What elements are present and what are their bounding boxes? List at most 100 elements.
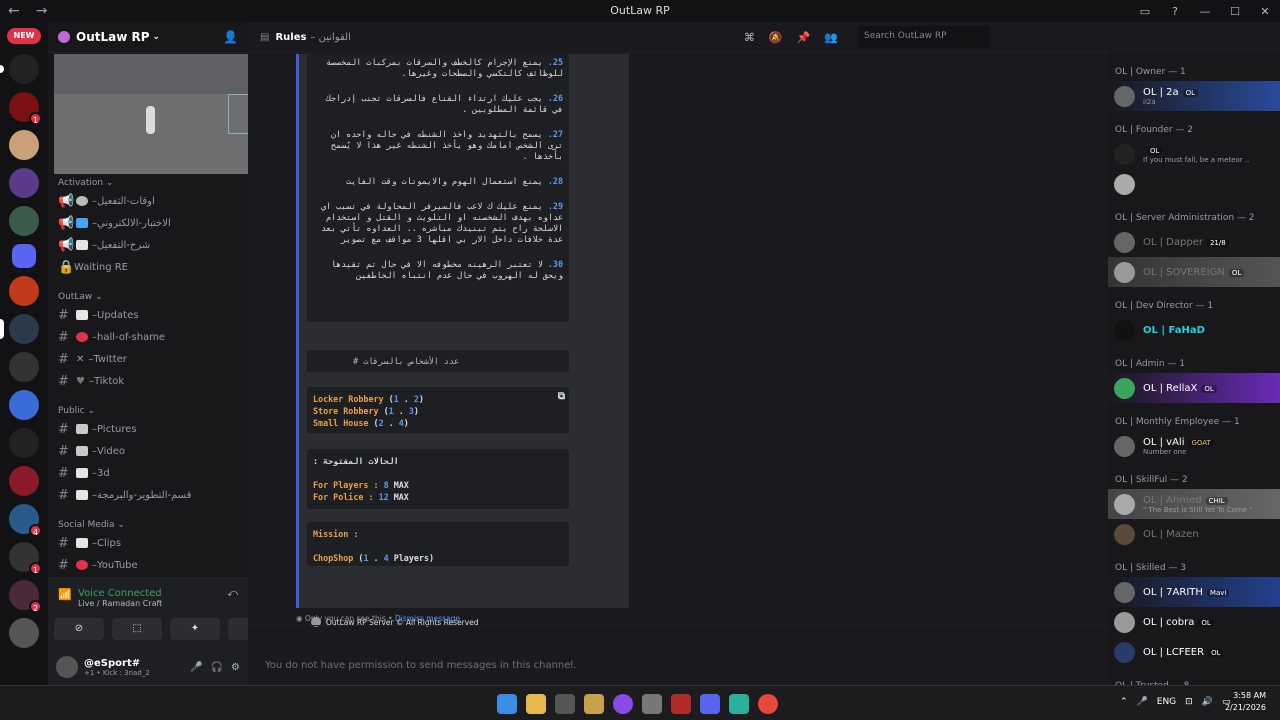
server-icon[interactable]: [9, 466, 39, 496]
channel-item[interactable]: # – Updates: [48, 304, 248, 326]
channel-item[interactable]: # ♥ – Tiktok: [48, 370, 248, 392]
channel-item[interactable]: 📢 – اوقات-التفعيل: [48, 190, 248, 212]
notepad-icon: [76, 310, 88, 320]
dismiss-message-link[interactable]: Dismiss message: [395, 614, 460, 623]
server-icon[interactable]: 2: [9, 580, 42, 613]
screen-share-button[interactable]: ⬚: [112, 618, 162, 640]
disconnect-icon[interactable]: ⤺: [227, 588, 238, 599]
folder-icon[interactable]: [12, 244, 36, 268]
member-item[interactable]: OL | LCFEER OL: [1108, 637, 1280, 667]
start-icon[interactable]: [497, 694, 517, 714]
app-icon[interactable]: [642, 694, 662, 714]
username[interactable]: @eSport#: [84, 658, 150, 669]
rule-item: 29. يمنع عليك ك لاعب فالسيرفر المحاولة ف…: [320, 201, 563, 244]
server-icon[interactable]: [9, 428, 39, 458]
file-explorer-icon[interactable]: [526, 694, 546, 714]
channel-item[interactable]: # ✕ – Twitter: [48, 348, 248, 370]
member-item[interactable]: OL | Ahmed CHIL " The Best is Still Yet To…: [1108, 489, 1280, 519]
pin-icon[interactable]: 📌: [797, 31, 811, 44]
app-icon[interactable]: [671, 694, 691, 714]
maximize-button[interactable]: ☐: [1220, 5, 1250, 18]
server-icon[interactable]: [0, 314, 39, 344]
close-button[interactable]: ✕: [1250, 5, 1280, 18]
app-icon[interactable]: [613, 694, 633, 714]
server-icon[interactable]: [9, 276, 39, 306]
new-badge[interactable]: NEW: [7, 28, 41, 44]
headphones-icon[interactable]: 🎧: [211, 662, 223, 673]
channel-item[interactable]: # – hall-of-shame: [48, 326, 248, 348]
member-item[interactable]: OL | SOVEREIGN OL: [1108, 257, 1280, 287]
guild-header[interactable]: OutLaw RP ⌄ 👤: [48, 22, 248, 53]
member-item[interactable]: OL | cobra OL: [1108, 607, 1280, 637]
server-icon[interactable]: [0, 54, 39, 84]
category-social-media[interactable]: Social Media ⌄: [48, 514, 248, 532]
category-outlaw[interactable]: OutLaw ⌄: [48, 286, 248, 304]
notepad-icon[interactable]: [584, 694, 604, 714]
chrome-icon[interactable]: [758, 694, 778, 714]
minimize-button[interactable]: —: [1190, 5, 1220, 18]
hash-icon: #: [58, 351, 69, 367]
server-icon[interactable]: 1: [9, 92, 42, 125]
discord-icon[interactable]: [700, 694, 720, 714]
chevron-up-icon[interactable]: ⌃: [1120, 697, 1128, 707]
channel-item[interactable]: # – 3d: [48, 462, 248, 484]
channel-item[interactable]: # – YouTube: [48, 554, 248, 576]
channel-item[interactable]: # – Clips: [48, 532, 248, 554]
volume-icon[interactable]: 🔊: [1202, 697, 1213, 707]
microphone-icon[interactable]: 🎤: [1137, 697, 1148, 707]
hash-icon: #: [58, 465, 69, 481]
threads-icon[interactable]: ⌘: [744, 31, 755, 44]
server-icon[interactable]: 4: [9, 504, 42, 537]
category-activation[interactable]: Activation ⌄: [48, 172, 248, 190]
voice-status[interactable]: Voice Connected: [48, 578, 248, 599]
camera-off-button[interactable]: ⊘: [54, 618, 104, 640]
member-item[interactable]: [1108, 169, 1280, 199]
member-item[interactable]: OL | vAli GOAT Number one: [1108, 431, 1280, 461]
window-controls: ▭ ? — ☐ ✕: [1130, 0, 1280, 22]
server-icon[interactable]: [9, 390, 39, 420]
activities-button[interactable]: ✦: [170, 618, 220, 640]
microphone-icon[interactable]: 🎤: [190, 662, 202, 673]
channel-item[interactable]: # – قسم-التطوير-والبرمجة: [48, 484, 248, 506]
copy-icon[interactable]: ⧉: [558, 391, 565, 403]
channel-item[interactable]: # – Video: [48, 440, 248, 462]
server-icon[interactable]: [9, 130, 39, 160]
server-icon[interactable]: [9, 618, 39, 648]
members-icon[interactable]: 👥: [824, 31, 838, 44]
voice-channel[interactable]: Live / Ramadan Craft: [48, 599, 248, 608]
member-item[interactable]: OL If you must fall, be a meteor ..: [1108, 139, 1280, 169]
channel-item[interactable]: 📢 – الاختبار-الالكتروني: [48, 212, 248, 234]
network-icon[interactable]: ⊡: [1185, 697, 1193, 707]
channel-item[interactable]: 🔒 Waiting RE: [48, 256, 248, 278]
add-user-icon[interactable]: 👤: [223, 30, 238, 44]
avatar: [1114, 85, 1135, 107]
store-icon[interactable]: [555, 694, 575, 714]
member-item[interactable]: OL | Mazen: [1108, 519, 1280, 549]
rules-codeblock: 25. يمنع الإجرام كالخطف والسرقات بمركبات…: [307, 54, 569, 322]
member-item[interactable]: OL | 7ARITH Mavi: [1108, 577, 1280, 607]
server-icon[interactable]: [9, 352, 39, 382]
clock[interactable]: 3:58 AM 2/21/2026: [1225, 690, 1266, 714]
member-item[interactable]: OL | 2a OL ii2a: [1108, 81, 1280, 111]
member-item[interactable]: OL | RellaX OL: [1108, 373, 1280, 403]
channel-item[interactable]: # – Pictures: [48, 418, 248, 440]
avatar[interactable]: [56, 656, 78, 678]
member-item[interactable]: OL | FaHaD: [1108, 315, 1280, 345]
video-stream-preview[interactable]: [54, 54, 266, 174]
channel-item[interactable]: 📢 – شرح-التفعيل: [48, 234, 248, 256]
signal-icon: 📶: [58, 588, 72, 601]
category-public[interactable]: Public ⌄: [48, 400, 248, 418]
member-item[interactable]: OL | Dapper 21/8: [1108, 227, 1280, 257]
lock-icon: 🔒: [58, 259, 75, 275]
server-icon[interactable]: 1: [9, 542, 42, 575]
server-icon[interactable]: [9, 206, 39, 236]
inbox-icon[interactable]: ▭: [1130, 5, 1160, 18]
gear-icon[interactable]: ⚙: [231, 662, 240, 673]
help-icon[interactable]: ?: [1160, 5, 1190, 18]
app-icon[interactable]: [729, 694, 749, 714]
search-input[interactable]: Search OutLaw RP: [858, 26, 990, 48]
bell-mute-icon[interactable]: 🔕: [769, 31, 783, 44]
players-row: For Players : 8 MAX: [313, 480, 409, 490]
server-icon[interactable]: [9, 168, 39, 198]
language-indicator[interactable]: ENG: [1157, 697, 1176, 707]
